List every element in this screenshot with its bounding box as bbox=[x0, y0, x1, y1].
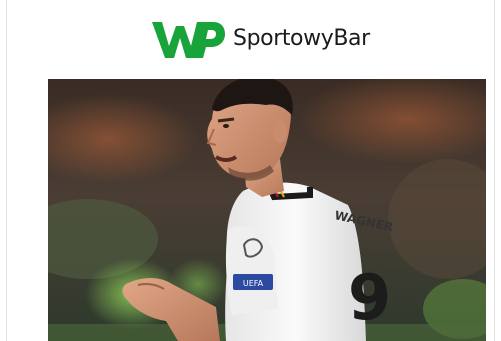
wp-logo-icon: WP bbox=[152, 22, 225, 58]
site-header: WP SportowyBar bbox=[7, 0, 496, 78]
brand-name: SportowyBar bbox=[233, 26, 370, 51]
article-image-link[interactable]: UEFA WAGNER 9 bbox=[48, 79, 486, 341]
page-frame: WP SportowyBar bbox=[6, 0, 495, 341]
article-photo: UEFA WAGNER 9 bbox=[48, 79, 486, 341]
sleeve-patch-text: UEFA bbox=[243, 279, 264, 288]
brand-logo-link[interactable]: WP SportowyBar bbox=[149, 16, 370, 62]
jersey-number: 9 bbox=[348, 261, 391, 334]
